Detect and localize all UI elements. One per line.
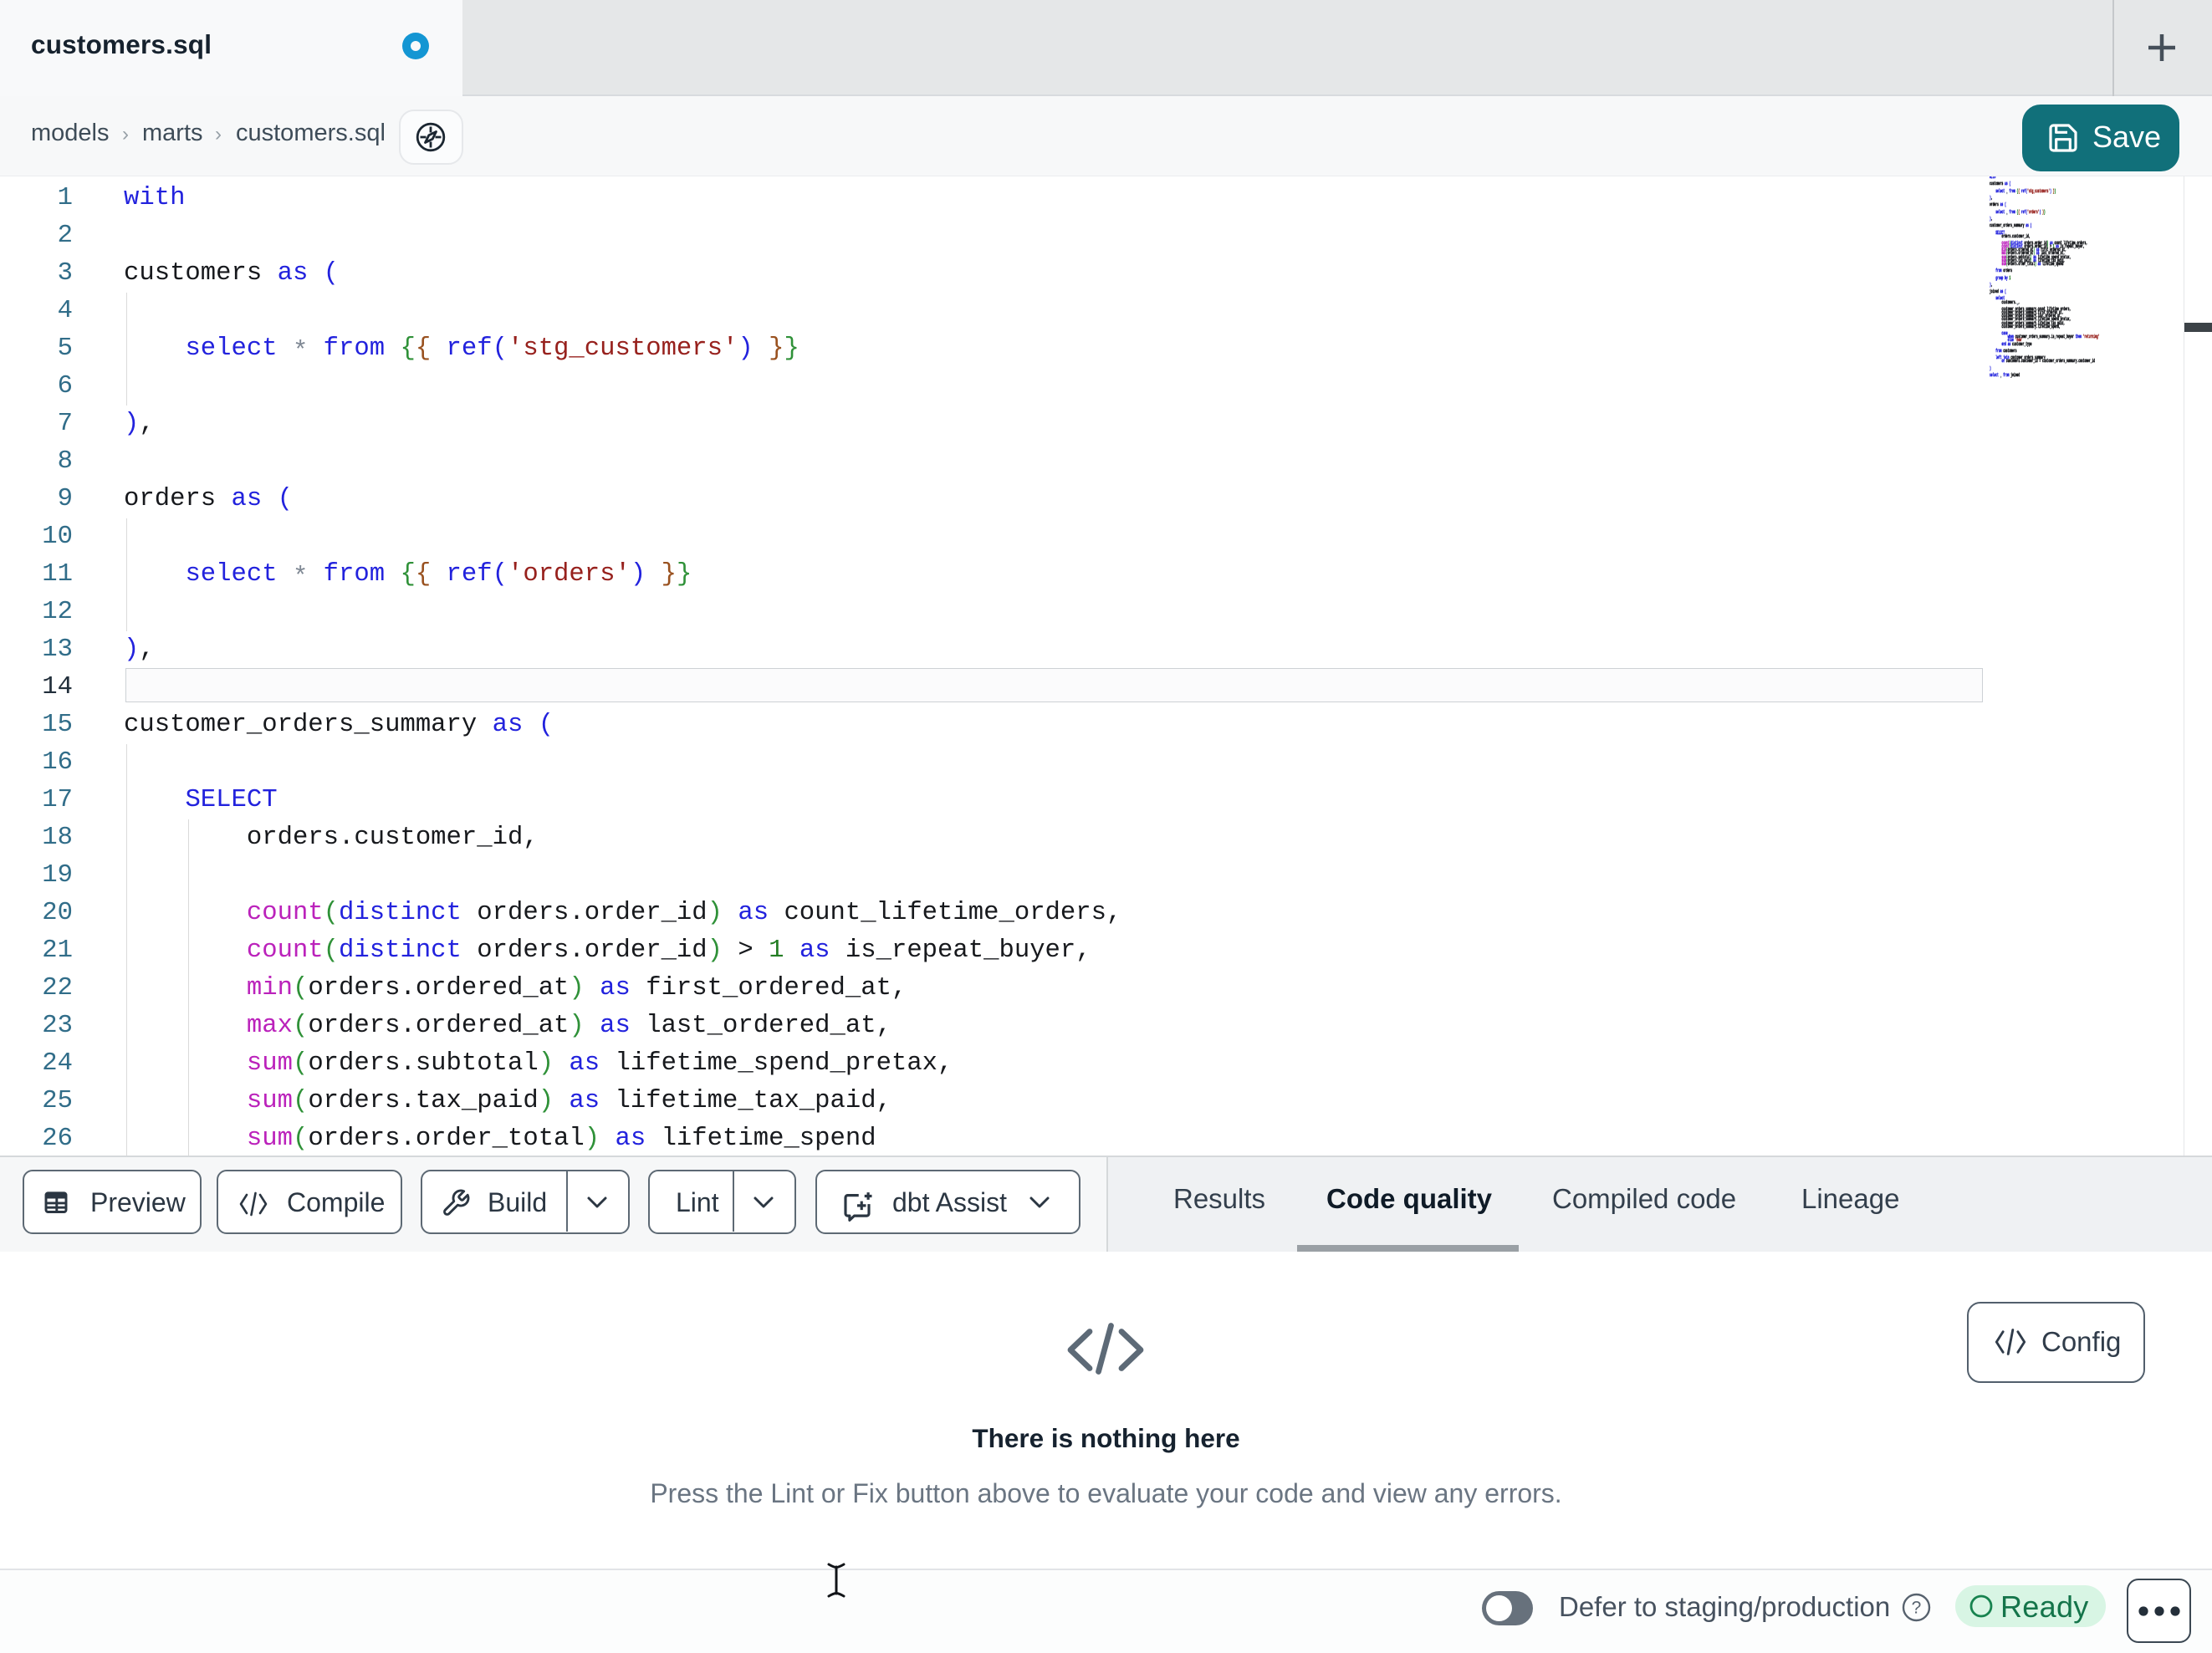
svg-text:?: ? [1912, 1599, 1922, 1618]
